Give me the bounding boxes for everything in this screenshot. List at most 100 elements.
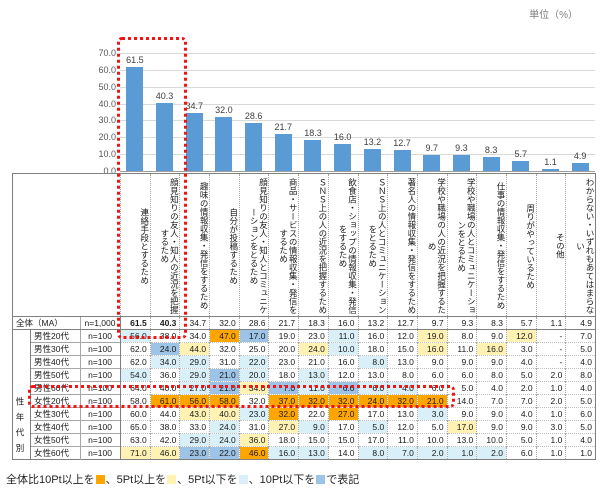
table-row-女性30代: 女性30代n=10060.044.043.040.023.032.022.027…: [13, 408, 596, 421]
data-cell: 9.0: [477, 356, 507, 369]
data-cell: 11.0: [328, 330, 358, 343]
bar-0: [126, 67, 143, 171]
column-header-15: わからない・いずれもあてはまらない: [566, 174, 596, 317]
data-cell: 15.0: [299, 434, 329, 447]
data-cell: 1.0: [536, 408, 566, 421]
total-cell: 40.3: [150, 317, 180, 330]
bar-chart-plot-area: 61.540.334.732.028.621.718.316.013.212.7…: [120, 53, 595, 171]
table-row-男性60代: 男性60代n=10064.040.027.021.034.07.011.06.0…: [13, 382, 596, 395]
data-cell: 7.0: [477, 395, 507, 408]
data-cell: 16.0: [269, 447, 299, 460]
gridline: [120, 87, 595, 88]
unit-label: 単位（%）: [529, 6, 578, 21]
legend-swatch-over5pt: [167, 475, 176, 484]
data-cell: 19.0: [269, 330, 299, 343]
data-cell: 22.0: [299, 408, 329, 421]
data-cell: 4.0: [566, 356, 596, 369]
column-header-4: 顔見知りの友人・知人とコミュニケーションをとるため: [239, 174, 269, 317]
y-axis-tick-label: 50.0: [84, 82, 116, 92]
row-n: n=100: [81, 343, 121, 356]
total-cell: 9.3: [447, 317, 477, 330]
bar-10: [423, 155, 440, 171]
header-row: 連絡手段とするため顔見知りの友人・知人の近況を把握するため趣味の情報収集・発信を…: [13, 174, 596, 317]
column-header-2: 趣味の情報収集・発信をするため: [180, 174, 210, 317]
data-cell: 56.0: [121, 330, 151, 343]
data-cell: 22.0: [239, 356, 269, 369]
row-n: n=100: [81, 356, 121, 369]
data-cell: 17.0: [358, 408, 388, 421]
data-cell: 27.0: [180, 382, 210, 395]
data-cell: 16.0: [328, 356, 358, 369]
data-cell: 6.0: [417, 369, 447, 382]
data-cell: 17.0: [447, 421, 477, 434]
data-cell: 24.0: [358, 395, 388, 408]
data-cell: 5.0: [417, 421, 447, 434]
color-legend: 全体比10Pt以上を、5Pt以上を、5Pt以下を、10Pt以下をで表記: [6, 471, 359, 487]
gridline: [120, 171, 595, 172]
total-cell: 4.9: [566, 317, 596, 330]
column-header-1: 顔見知りの友人・知人の近況を把握するため: [150, 174, 180, 317]
data-cell: 18.0: [269, 369, 299, 382]
data-cell: 27.0: [328, 408, 358, 421]
column-header-3: 自分が投稿するため: [210, 174, 240, 317]
data-cell: 5.0: [566, 421, 596, 434]
data-cell: 11.0: [388, 434, 418, 447]
data-cell: 58.0: [210, 395, 240, 408]
data-cell: 16.0: [358, 330, 388, 343]
data-cell: 25.0: [239, 343, 269, 356]
table-row-女性60代: 女性60代n=10071.046.023.022.046.016.013.014…: [13, 447, 596, 460]
data-cell: 4.0: [477, 382, 507, 395]
row-label: 男性40代: [31, 356, 81, 369]
data-cell: 27.0: [269, 421, 299, 434]
bar-14: [542, 169, 559, 171]
legend-swatch-over10pt: [96, 475, 105, 484]
column-header-11: 学校や職場の人とコミュニケーションをとるため: [447, 174, 477, 317]
data-cell: 6.0: [506, 447, 536, 460]
data-cell: 24.0: [150, 343, 180, 356]
data-cell: 8.0: [388, 369, 418, 382]
data-cell: 8.0: [447, 330, 477, 343]
data-cell: 12.0: [388, 421, 418, 434]
data-cell: 23.0: [180, 447, 210, 460]
legend-swatch-under5pt: [239, 475, 248, 484]
total-cell: 32.0: [210, 317, 240, 330]
data-cell: 15.0: [388, 343, 418, 356]
bar-6: [304, 140, 321, 171]
data-cell: 4.0: [506, 356, 536, 369]
data-cell: 7.0: [269, 382, 299, 395]
data-cell: 65.0: [121, 421, 151, 434]
data-cell: 71.0: [121, 447, 151, 460]
bar-15: [572, 163, 589, 171]
data-cell: 9.0: [447, 408, 477, 421]
data-cell: 1.0: [566, 447, 596, 460]
data-cell: 14.0: [328, 447, 358, 460]
bar-11: [453, 155, 470, 171]
data-cell: 36.0: [150, 369, 180, 382]
total-cell: 13.2: [358, 317, 388, 330]
data-cell: 24.0: [210, 421, 240, 434]
data-cell: 1.0: [536, 447, 566, 460]
data-cell: 2.0: [536, 369, 566, 382]
table-row-女性20代: 女性20代n=10058.061.056.058.032.037.032.032…: [13, 395, 596, 408]
data-cell: 23.0: [299, 330, 329, 343]
data-cell: 58.0: [121, 395, 151, 408]
bar-9: [394, 150, 411, 171]
data-cell: 7.0: [388, 447, 418, 460]
data-cell: 9.0: [477, 330, 507, 343]
table-row-男性20代: 性年代別男性20代n=10056.038.034.047.017.019.023…: [13, 330, 596, 343]
bar-value-label: 61.5: [118, 55, 152, 65]
data-cell: 9.0: [477, 408, 507, 421]
data-cell: 9.0: [299, 421, 329, 434]
y-axis-tick-label: 70.0: [84, 48, 116, 58]
data-cell: 7.0: [566, 330, 596, 343]
data-cell: 29.0: [180, 356, 210, 369]
bar-12: [483, 157, 500, 171]
total-row: 全体（MA）n=1,00061.540.334.732.028.621.718.…: [13, 317, 596, 330]
data-cell: 56.0: [180, 395, 210, 408]
legend-item-label: 、5Pt以下を: [177, 474, 238, 486]
data-cell: 20.0: [239, 369, 269, 382]
row-n: n=100: [81, 369, 121, 382]
column-header-6: ＳＮＳ上の人の近況を把握するため: [299, 174, 329, 317]
data-cell: 5.0: [506, 369, 536, 382]
data-cell: 3.0: [506, 343, 536, 356]
